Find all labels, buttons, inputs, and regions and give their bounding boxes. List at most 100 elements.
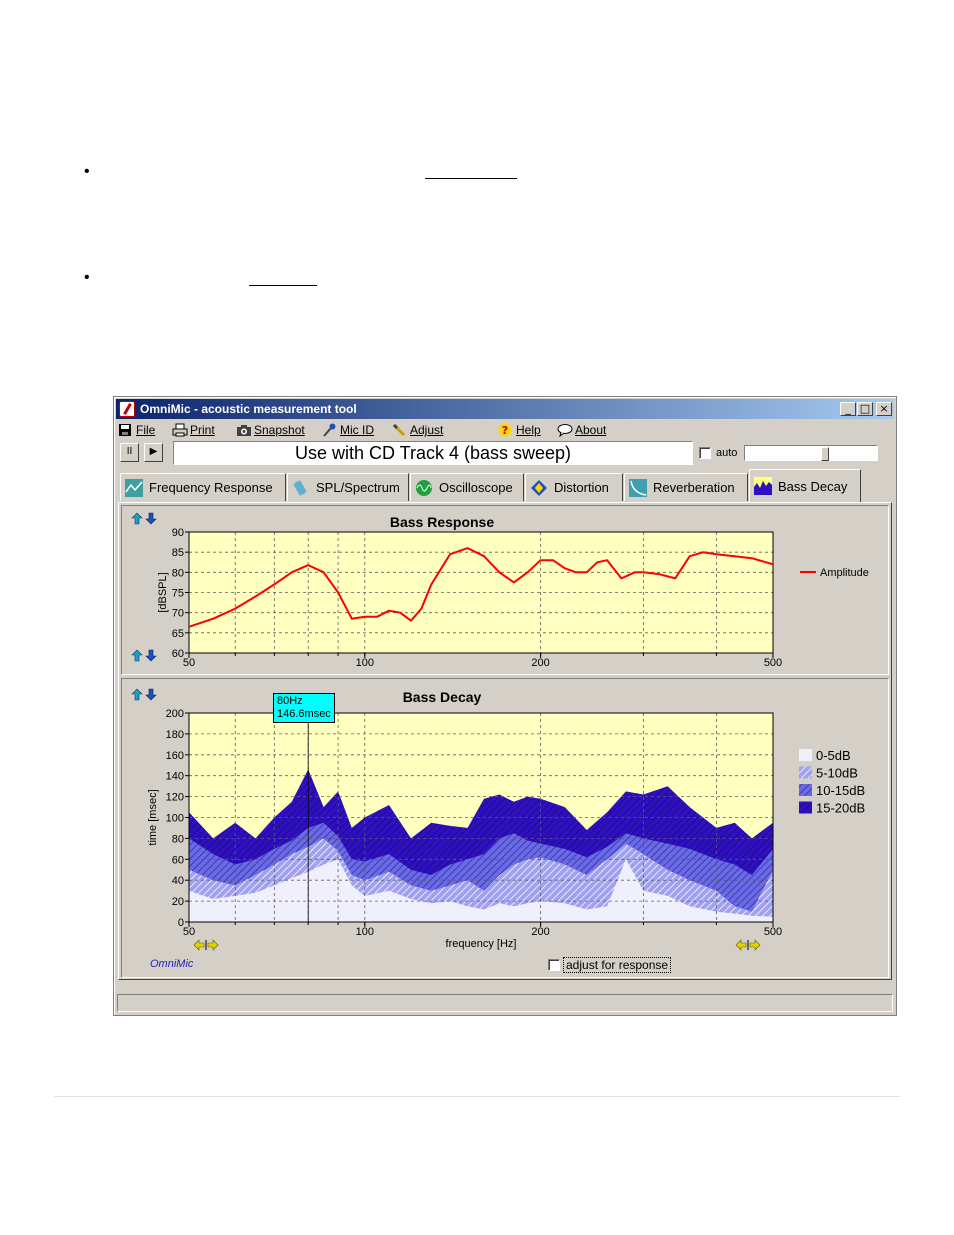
menu-print-label: Print <box>190 423 215 437</box>
auto-label: auto <box>716 447 738 459</box>
bass-decay-title: Bass Decay <box>402 689 482 705</box>
scale-up-arrow-icon <box>131 512 143 525</box>
legend-label: 15-20dB <box>816 801 865 816</box>
menu-bar: File Print Snapshot Mic ID Adjust ? Help… <box>116 419 894 439</box>
tab-bass-decay[interactable]: Bass Decay <box>749 469 861 502</box>
tab-label: Oscilloscope <box>439 480 513 495</box>
instruction-display: Use with CD Track 4 (bass sweep) <box>173 441 693 465</box>
scale-up-arrow-icon <box>131 688 143 701</box>
tab-label: SPL/Spectrum <box>316 480 400 495</box>
tab-distortion[interactable]: Distortion <box>525 473 623 501</box>
menu-about[interactable]: About <box>557 422 606 438</box>
menu-snapshot-label: Snapshot <box>254 423 305 437</box>
y-tick-label: 60 <box>172 854 184 866</box>
menu-about-label: About <box>575 423 607 437</box>
omnimic-brand: OmniMic <box>150 958 194 970</box>
tab-frequency-response[interactable]: Frequency Response <box>120 473 286 501</box>
frequency-response-icon <box>125 478 143 497</box>
link-underline-1[interactable] <box>425 178 517 179</box>
menu-adjust-label: Adjust <box>410 423 444 437</box>
link-underline-2[interactable] <box>249 285 317 286</box>
maximize-button[interactable]: □ <box>857 402 873 416</box>
bass-decay-icon <box>754 477 772 495</box>
y-tick-label: 140 <box>166 771 184 783</box>
scale-down-arrow-icon <box>145 649 157 662</box>
menu-file[interactable]: File <box>118 422 155 438</box>
cursor-readout-tooltip: 80Hz 146.6msec <box>273 693 335 723</box>
slider-thumb[interactable] <box>821 447 829 461</box>
x-axis-label: frequency [Hz] <box>446 938 517 950</box>
spl-meter-icon <box>292 479 310 497</box>
x-tick-label: 500 <box>764 926 782 938</box>
title-bar[interactable]: OmniMic - acoustic measurement tool _ □ … <box>116 399 894 419</box>
y-axis-label: time [msec] <box>147 789 159 845</box>
bass-decay-left-pan-arrows[interactable] <box>193 939 219 951</box>
adjust-for-response-label[interactable]: adjust for response <box>563 957 672 973</box>
y-tick-label: 160 <box>166 750 184 762</box>
omnimic-window: OmniMic - acoustic measurement tool _ □ … <box>113 396 897 1016</box>
tooltip-time: 146.6msec <box>277 708 331 720</box>
y-tick-label: 100 <box>166 813 184 825</box>
scale-up-arrow-icon <box>131 649 143 662</box>
y-tick-label: 120 <box>166 792 184 804</box>
help-icon: ? <box>498 423 512 437</box>
auto-checkbox[interactable] <box>699 447 711 459</box>
tool-row: II ▶ Use with CD Track 4 (bass sweep) au… <box>116 439 894 465</box>
legend-label: 0-5dB <box>816 748 851 763</box>
camera-icon <box>236 423 251 437</box>
y-axis-label: [dBSPL] <box>157 572 169 612</box>
tab-label: Bass Decay <box>778 478 848 494</box>
close-button[interactable]: × <box>876 402 892 416</box>
y-tick-label: 20 <box>172 896 184 908</box>
x-tick-label: 200 <box>531 657 549 669</box>
x-tick-label: 50 <box>183 657 195 669</box>
y-tick-label: 90 <box>172 527 184 539</box>
tab-label: Frequency Response <box>149 480 273 495</box>
minimize-button[interactable]: _ <box>840 402 856 416</box>
play-button[interactable]: ▶ <box>144 443 163 462</box>
adjust-for-response-checkbox[interactable] <box>548 959 560 971</box>
bass-response-bottom-scale-arrows[interactable] <box>131 649 157 662</box>
menu-snapshot[interactable]: Snapshot <box>236 422 305 438</box>
menu-mic-id[interactable]: Mic ID <box>322 422 374 438</box>
menu-file-label: File <box>136 423 156 437</box>
level-slider[interactable] <box>744 445 878 461</box>
tab-strip: Frequency Response SPL/Spectrum Oscillos… <box>116 469 894 503</box>
bass-decay-right-pan-arrows[interactable] <box>735 939 761 951</box>
status-bar <box>117 994 893 1012</box>
y-tick-label: 80 <box>172 567 184 579</box>
omnimic-app-icon <box>119 401 135 417</box>
plot-area <box>189 532 773 653</box>
bass-decay-top-scale-arrows[interactable] <box>131 688 157 701</box>
y-tick-label: 80 <box>172 833 184 845</box>
x-tick-label: 100 <box>356 657 374 669</box>
bullet-marker-1: • <box>84 163 90 180</box>
tab-reverberation[interactable]: Reverberation <box>624 473 748 501</box>
pan-right-arrow-icon <box>207 939 219 951</box>
bass-response-top-scale-arrows[interactable] <box>131 512 157 525</box>
wrench-icon <box>392 423 406 437</box>
menu-help[interactable]: ? Help <box>498 422 541 438</box>
legend-swatch <box>799 749 812 761</box>
legend-label: 5-10dB <box>816 766 858 781</box>
bass-decay-chart: 02040608010012014016018020050 100 200 500ti… <box>131 688 865 951</box>
speech-bubble-icon <box>557 423 573 438</box>
pause-button[interactable]: II <box>120 443 139 462</box>
bass-response-panel: 60 65 70 75 80 85 90 50 100 200 500 [dBSPL] Amplitud… <box>121 505 889 675</box>
menu-print[interactable]: Print <box>172 422 215 438</box>
save-icon <box>118 423 132 437</box>
legend-amplitude-label: Amplitude <box>820 567 869 579</box>
menu-adjust[interactable]: Adjust <box>392 422 443 438</box>
y-tick-label: 75 <box>172 588 184 600</box>
pan-right-arrow-icon <box>749 939 761 951</box>
pan-left-arrow-icon <box>735 939 747 951</box>
bass-decay-panel: 0 20 40 60 80 100 120 140 160 180 200 50 100 200 500 ti… <box>121 678 889 978</box>
tab-oscilloscope[interactable]: Oscilloscope <box>410 473 524 501</box>
legend-label: 10-15dB <box>816 783 865 798</box>
x-tick-label: 500 <box>764 657 782 669</box>
menu-mic-id-label: Mic ID <box>340 423 374 437</box>
bass-decay-page: 60 65 70 75 80 85 90 50 100 200 500 [dBSPL] Amplitud… <box>118 502 892 980</box>
horizontal-rule <box>54 1096 900 1097</box>
distortion-icon <box>530 479 548 497</box>
tab-spl-spectrum[interactable]: SPL/Spectrum <box>287 473 409 501</box>
